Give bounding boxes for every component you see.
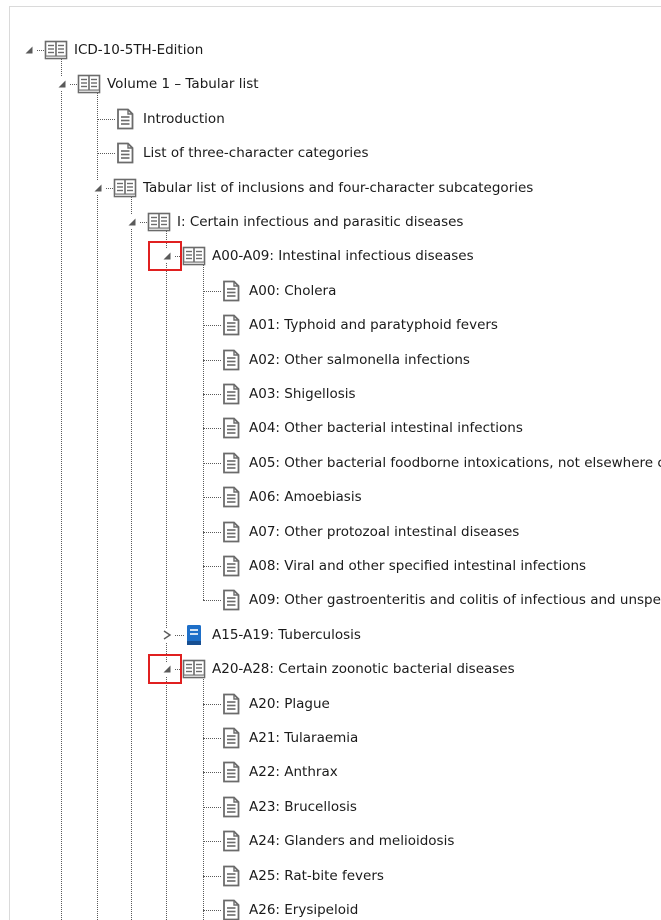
tree-vertical-connector [131,193,132,920]
document-icon [219,726,243,750]
collapse-toggle-icon[interactable] [91,180,105,195]
tree-node-label[interactable]: A09: Other gastroenteritis and colitis o… [249,584,661,616]
document-icon [219,795,243,819]
tree-node-label[interactable]: ICD-10-5TH-Edition [74,34,203,66]
tree-vertical-connector [61,56,62,920]
document-icon [219,692,243,716]
tree-node-label[interactable]: A20-A28: Certain zoonotic bacterial dise… [212,653,515,685]
tree-node[interactable]: A02: Other salmonella infections [219,344,470,376]
tree-node-label[interactable]: A25: Rat-bite fevers [249,860,384,892]
book-icon [77,72,101,96]
tree-vertical-connector [203,675,204,920]
tree-node[interactable]: A15-A19: Tuberculosis [182,619,361,651]
tree-node[interactable]: A00: Cholera [219,275,336,307]
document-icon [219,829,243,853]
tree-node-label[interactable]: Tabular list of inclusions and four-char… [143,172,533,204]
tree-border-top [9,6,661,7]
tree-node-label[interactable]: A21: Tularaemia [249,722,358,754]
tree-node[interactable]: A09: Other gastroenteritis and colitis o… [219,584,661,616]
tree-node[interactable]: A22: Anthrax [219,756,338,788]
tree-node[interactable]: A08: Viral and other specified intestina… [219,550,586,582]
tree-node-label[interactable]: List of three-character categories [143,137,368,169]
tree-node[interactable]: A01: Typhoid and paratyphoid fevers [219,309,498,341]
tree-node[interactable]: A25: Rat-bite fevers [219,860,384,892]
tree-node-label[interactable]: A05: Other bacterial foodborne intoxicat… [249,447,661,479]
document-icon [219,485,243,509]
tree-node[interactable]: I: Certain infectious and parasitic dise… [147,206,463,238]
tree-node[interactable]: A06: Amoebiasis [219,481,362,513]
tree-node-label[interactable]: A07: Other protozoal intestinal diseases [249,516,519,548]
tree-node-label[interactable]: A23: Brucellosis [249,791,357,823]
tree-node[interactable]: A20: Plague [219,688,330,720]
tree-vertical-connector [97,90,98,920]
document-icon [113,141,137,165]
tree-node[interactable]: A03: Shigellosis [219,378,356,410]
tree-node[interactable]: A04: Other bacterial intestinal infectio… [219,412,523,444]
tree-node-label[interactable]: I: Certain infectious and parasitic dise… [177,206,463,238]
tree-node-label[interactable]: A03: Shigellosis [249,378,356,410]
book-icon [44,38,68,62]
tree-node-label[interactable]: A24: Glanders and melioidosis [249,825,454,857]
tree-node[interactable]: Volume 1 – Tabular list [77,68,259,100]
expand-toggle-icon[interactable] [160,627,174,642]
document-icon [219,279,243,303]
collapse-toggle-icon[interactable] [55,77,69,92]
document-icon [219,864,243,888]
tree-node-label[interactable]: A02: Other salmonella infections [249,344,470,376]
tree-node[interactable]: ICD-10-5TH-Edition [44,34,203,66]
document-icon [219,416,243,440]
document-icon [219,588,243,612]
book-icon [113,176,137,200]
document-icon [219,554,243,578]
document-icon [219,382,243,406]
tree-vertical-connector [203,262,204,601]
tree-node-label[interactable]: A26: Erysipeloid [249,894,358,920]
collapse-toggle-icon[interactable] [22,43,36,57]
tree-node-label[interactable]: Volume 1 – Tabular list [107,68,259,100]
tree-node[interactable]: A21: Tularaemia [219,722,358,754]
tree-node-label[interactable]: A22: Anthrax [249,756,338,788]
tree-node[interactable]: Tabular list of inclusions and four-char… [113,172,533,204]
collapse-toggle-icon[interactable] [125,215,139,229]
tree-node[interactable]: Introduction [113,103,225,135]
closed-book-icon [182,623,206,647]
tree-node[interactable]: A20-A28: Certain zoonotic bacterial dise… [182,653,515,685]
document-icon [113,107,137,131]
highlight-box [148,241,182,272]
document-icon [219,348,243,372]
tree-node-label[interactable]: A00-A09: Intestinal infectious diseases [212,240,474,272]
tree-node[interactable]: List of three-character categories [113,137,368,169]
document-icon [219,313,243,337]
tree-node[interactable]: A26: Erysipeloid [219,894,358,920]
tree-node[interactable]: A24: Glanders and melioidosis [219,825,454,857]
document-icon [219,898,243,920]
tree-node[interactable]: A05: Other bacterial foodborne intoxicat… [219,447,661,479]
tree-node-label[interactable]: A06: Amoebiasis [249,481,362,513]
tree-view[interactable]: ICD-10-5TH-Edition Volume 1 – Tabular li… [0,0,661,920]
tree-vertical-connector [166,228,167,920]
document-icon [219,760,243,784]
tree-border-left [9,6,10,920]
highlight-box [148,654,182,685]
tree-node[interactable]: A23: Brucellosis [219,791,357,823]
book-icon [182,657,206,681]
tree-node-label[interactable]: Introduction [143,103,225,135]
tree-node[interactable]: A07: Other protozoal intestinal diseases [219,516,519,548]
tree-node-label[interactable]: A08: Viral and other specified intestina… [249,550,586,582]
tree-node-label[interactable]: A15-A19: Tuberculosis [212,619,361,651]
tree-node-label[interactable]: A01: Typhoid and paratyphoid fevers [249,309,498,341]
book-icon [182,244,206,268]
tree-node-label[interactable]: A20: Plague [249,688,330,720]
tree-node-label[interactable]: A04: Other bacterial intestinal infectio… [249,412,523,444]
tree-node-label[interactable]: A00: Cholera [249,275,336,307]
tree-node[interactable]: A00-A09: Intestinal infectious diseases [182,240,474,272]
book-icon [147,210,171,234]
document-icon [219,520,243,544]
document-icon [219,451,243,475]
